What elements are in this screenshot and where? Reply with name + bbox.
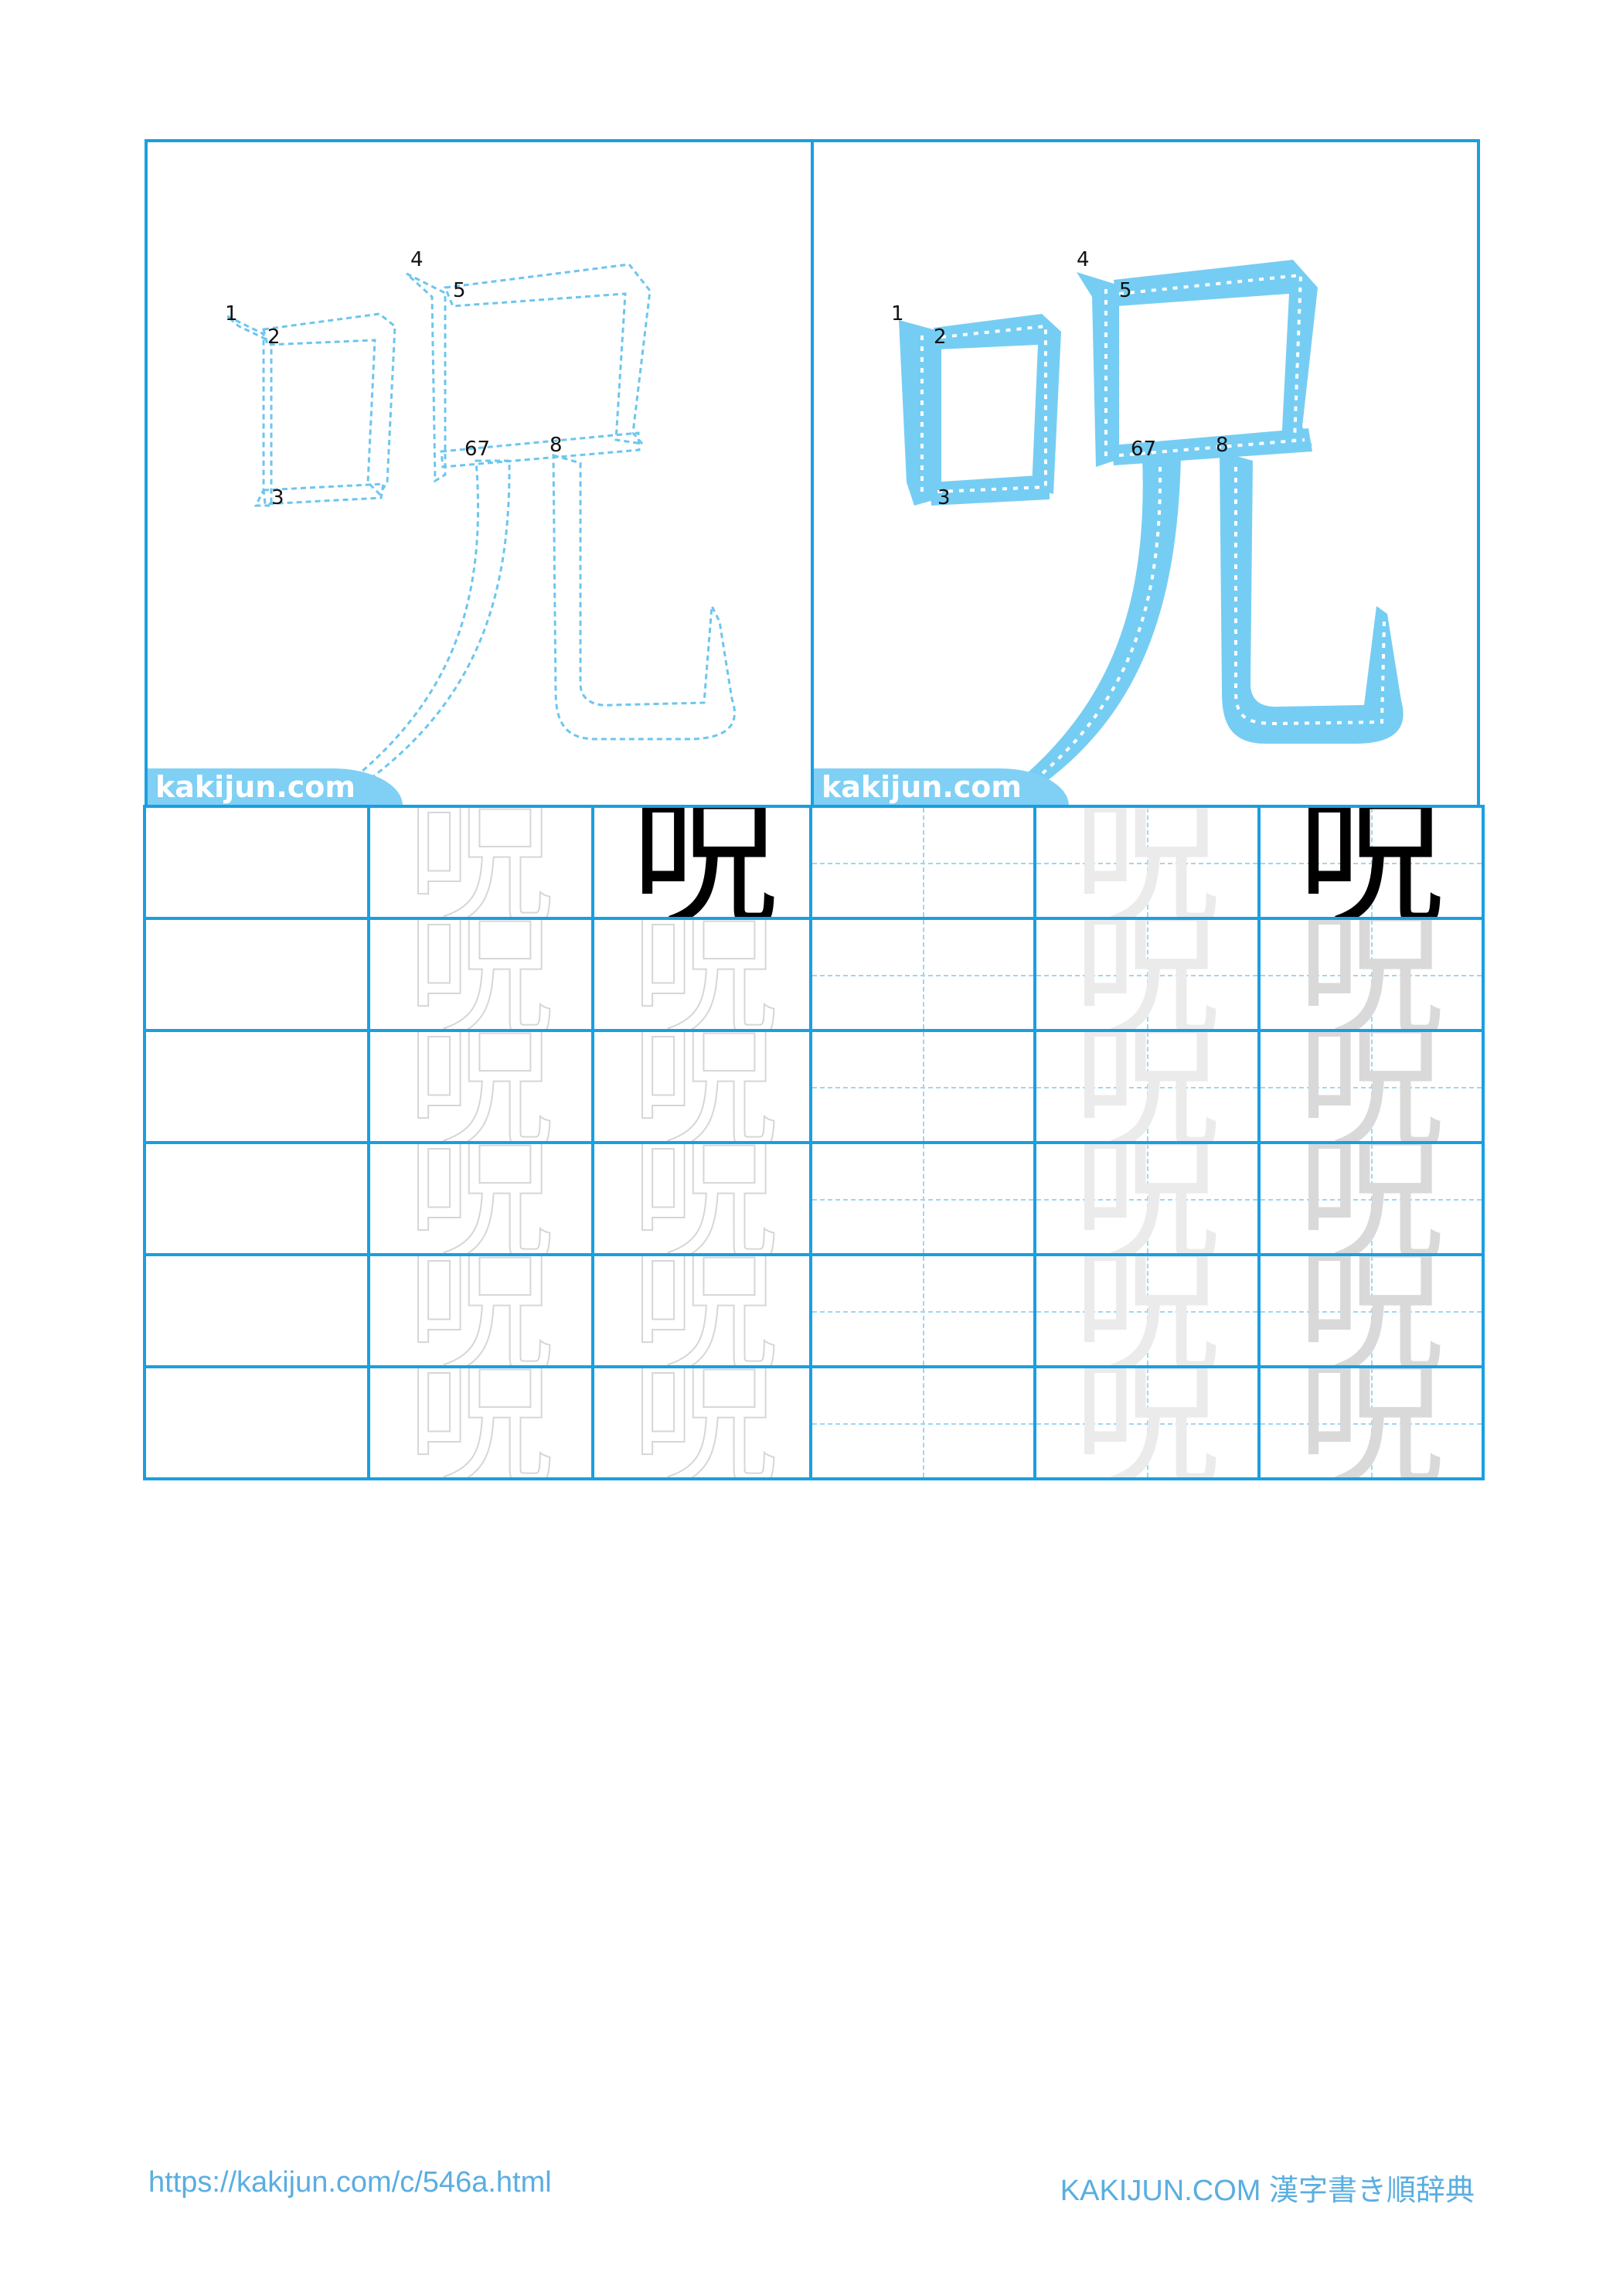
trace-character: 呪 xyxy=(407,917,555,1032)
footer-site-name: KAKIJUN.COM 漢字書き順辞典 xyxy=(1060,2175,1475,2207)
practice-cell[interactable]: 呪 xyxy=(367,1029,594,1144)
practice-cell[interactable] xyxy=(143,1365,370,1480)
trace-character: 呪 xyxy=(631,1253,779,1368)
trace-character: 呪 xyxy=(1073,1029,1220,1144)
trace-character: 呪 xyxy=(1297,1365,1444,1480)
practice-cell[interactable]: 呪 xyxy=(367,805,594,920)
practice-cell[interactable] xyxy=(809,1141,1036,1256)
practice-cell[interactable]: 呪 xyxy=(1257,917,1485,1032)
svg-text:1: 1 xyxy=(891,302,904,325)
practice-cell[interactable] xyxy=(143,917,370,1032)
practice-cell[interactable]: 呪 xyxy=(1033,1253,1261,1368)
trace-character: 呪 xyxy=(1073,1253,1220,1368)
practice-cell[interactable]: 呪 xyxy=(1033,917,1261,1032)
practice-cell[interactable]: 呪 xyxy=(591,917,818,1032)
svg-text:3: 3 xyxy=(271,486,284,509)
trace-character: 呪 xyxy=(1073,1365,1220,1480)
model-character: 呪 xyxy=(631,805,778,920)
practice-cell[interactable]: 呪 xyxy=(1257,1141,1485,1256)
trace-character: 呪 xyxy=(407,1141,555,1256)
svg-text:2: 2 xyxy=(934,325,947,349)
trace-character: 呪 xyxy=(631,1029,779,1144)
svg-text:8: 8 xyxy=(550,434,563,457)
practice-cell[interactable]: 呪 xyxy=(367,1141,594,1256)
svg-text:5: 5 xyxy=(453,279,466,302)
practice-cell[interactable]: 呪 xyxy=(1257,805,1485,920)
svg-text:67: 67 xyxy=(1131,438,1156,461)
practice-cell[interactable]: 呪 xyxy=(1033,1141,1261,1256)
svg-text:5: 5 xyxy=(1119,279,1132,302)
practice-cell[interactable]: 呪 xyxy=(1257,1253,1485,1368)
practice-cell[interactable]: 呪 xyxy=(1257,1365,1485,1480)
practice-cell[interactable]: 呪 xyxy=(591,1365,818,1480)
trace-character: 呪 xyxy=(631,1141,779,1256)
svg-text:67: 67 xyxy=(464,438,490,461)
svg-text:1: 1 xyxy=(225,302,238,325)
trace-character: 呪 xyxy=(1073,917,1220,1032)
practice-cell[interactable] xyxy=(143,805,370,920)
brand-label: kakijun.com xyxy=(155,770,356,804)
practice-cell[interactable] xyxy=(143,1253,370,1368)
practice-grid-left: 呪 呪 呪 呪 呪 呪 呪 呪 呪 呪 呪 呪 xyxy=(143,805,818,1480)
practice-cell[interactable]: 呪 xyxy=(367,1253,594,1368)
trace-character: 呪 xyxy=(1297,1141,1444,1256)
outline-kanji-figure: 1 2 3 4 5 67 8 xyxy=(225,248,736,802)
practice-cell[interactable] xyxy=(809,1029,1036,1144)
practice-cell[interactable] xyxy=(809,1365,1036,1480)
practice-cell[interactable]: 呪 xyxy=(367,1365,594,1480)
svg-text:3: 3 xyxy=(937,486,951,509)
stroke-filled-panel: 1 2 3 4 5 67 8 kakijun.com xyxy=(811,139,1480,809)
footer-url-link[interactable]: https://kakijun.com/c/546a.html xyxy=(148,2166,552,2199)
practice-cell[interactable]: 呪 xyxy=(367,917,594,1032)
practice-cell[interactable]: 呪 xyxy=(1257,1029,1485,1144)
practice-cell[interactable] xyxy=(809,1253,1036,1368)
practice-cell[interactable]: 呪 xyxy=(1033,1029,1261,1144)
trace-character: 呪 xyxy=(407,1365,555,1480)
practice-cell[interactable] xyxy=(143,1141,370,1256)
brand-label: kakijun.com xyxy=(822,770,1022,804)
trace-character: 呪 xyxy=(631,917,779,1032)
model-character: 呪 xyxy=(1297,805,1444,920)
practice-cell[interactable] xyxy=(809,805,1036,920)
svg-text:4: 4 xyxy=(410,248,424,271)
practice-cell[interactable]: 呪 xyxy=(591,1029,818,1144)
stroke-outline-panel: 1 2 3 4 5 67 8 kakijun.com xyxy=(145,139,814,809)
practice-cell[interactable]: 呪 xyxy=(591,1141,818,1256)
trace-character: 呪 xyxy=(1297,1253,1444,1368)
svg-text:8: 8 xyxy=(1216,434,1229,457)
practice-cell[interactable] xyxy=(809,917,1036,1032)
trace-character: 呪 xyxy=(1073,805,1220,920)
trace-character: 呪 xyxy=(1297,917,1444,1032)
trace-character: 呪 xyxy=(1073,1141,1220,1256)
svg-text:2: 2 xyxy=(267,325,281,349)
practice-cell[interactable] xyxy=(143,1029,370,1144)
practice-cell[interactable]: 呪 xyxy=(1033,805,1261,920)
trace-character: 呪 xyxy=(407,1029,555,1144)
practice-cell[interactable]: 呪 xyxy=(1033,1365,1261,1480)
practice-cell[interactable]: 呪 xyxy=(591,805,818,920)
trace-character: 呪 xyxy=(407,1253,555,1368)
trace-character: 呪 xyxy=(1297,1029,1444,1144)
trace-character: 呪 xyxy=(631,1365,779,1480)
trace-character: 呪 xyxy=(407,805,555,920)
practice-grid-right: 呪 呪 呪 呪 呪 呪 呪 呪 呪 呪 呪 呪 xyxy=(809,805,1485,1480)
filled-kanji-figure: 1 2 3 4 5 67 8 xyxy=(891,248,1404,806)
svg-text:4: 4 xyxy=(1077,248,1090,271)
practice-cell[interactable]: 呪 xyxy=(591,1253,818,1368)
